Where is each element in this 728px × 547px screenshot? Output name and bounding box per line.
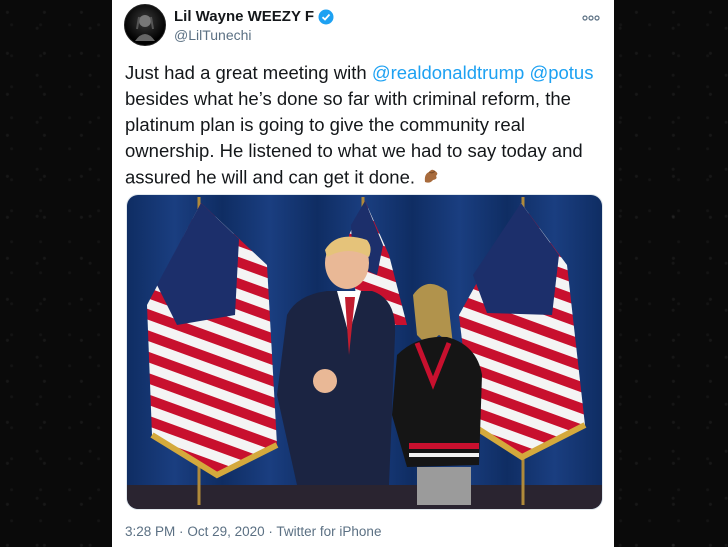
tweet-text-intro: Just had a great meeting with	[125, 62, 372, 83]
tweet-photo[interactable]	[126, 194, 603, 510]
tweet-time[interactable]: 3:28 PM	[125, 524, 175, 539]
verified-badge-icon	[318, 9, 334, 25]
tweet-source[interactable]: Twitter for iPhone	[276, 524, 381, 539]
tweet-metadata: 3:28 PM · Oct 29, 2020 · Twitter for iPh…	[125, 524, 381, 539]
pinching-hand-emoji	[420, 164, 442, 193]
tweet-card: Lil Wayne WEEZY F @LilTunechi Just had a…	[112, 0, 614, 547]
more-options-icon[interactable]	[582, 10, 600, 21]
avatar[interactable]	[124, 4, 166, 46]
meta-separator: ·	[179, 524, 184, 539]
tweet-date[interactable]: Oct 29, 2020	[187, 524, 264, 539]
display-name[interactable]: Lil Wayne WEEZY F	[174, 8, 314, 25]
author-name-row[interactable]: Lil Wayne WEEZY F	[174, 8, 334, 25]
meta-separator: ·	[268, 524, 273, 539]
tweet-text-body: besides what he’s done so far with crimi…	[125, 88, 583, 188]
tweet-text: Just had a great meeting with @realdonal…	[125, 60, 605, 193]
user-handle[interactable]: @LilTunechi	[174, 27, 252, 43]
mention-potus[interactable]: @potus	[529, 62, 593, 83]
mention-realdonaldtrump[interactable]: @realdonaldtrump	[372, 62, 524, 83]
